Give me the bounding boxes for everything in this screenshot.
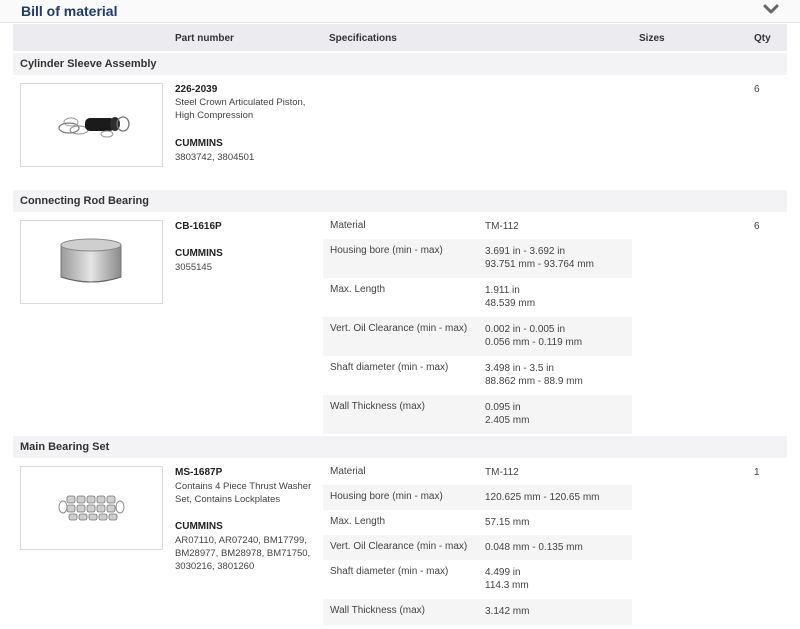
table-header: Part number Specifications Sizes Qty [13,24,787,51]
spec-row: Max. Length 1.911 in 48.539 mm [323,278,632,317]
qty-value: 6 [754,84,760,95]
part-number[interactable]: CB-1616P [175,221,222,232]
spec-value: 3.498 in - 3.5 in 88.862 mm - 88.9 mm [485,363,583,387]
spec-row: Housing bore (min - max) 120.625 mm - 12… [323,485,632,510]
cross-references: 3055145 [175,262,212,273]
spec-label: Vert. Oil Clearance (min - max) [330,323,468,334]
spec-row: Vert. Oil Clearance (min - max) 0.002 in… [323,317,632,356]
spec-label: Material [330,466,366,477]
page-title: Bill of material [21,3,118,19]
main-bearing-set-image[interactable] [20,466,163,550]
spec-label: Shaft diameter (min - max) [330,362,449,373]
spec-label: Max. Length [330,284,386,295]
spec-row: Material TM-112 [323,214,632,239]
spec-label: Housing bore (min - max) [330,245,443,256]
spec-value: 3.691 in - 3.692 in 93.751 mm - 93.764 mm [485,246,594,270]
spec-row: Shaft diameter (min - max) 3.498 in - 3.… [323,356,632,395]
spec-value: 0.048 mm - 0.135 mm [485,542,583,553]
spec-row: Vert. Oil Clearance (min - max) 0.048 mm… [323,535,632,560]
brand-name: CUMMINS [175,521,223,532]
part-description: Contains 4 Piece Thrust Washer Set, Cont… [175,481,312,505]
spec-row: Shaft diameter (min - max) 4.499 in 114.3… [323,560,632,599]
cross-references: 3803742, 3804501 [175,152,255,163]
spec-value: 57.15 mm [485,517,530,528]
cross-references: AR07110, AR07240, BM17799, BM28977, BM28… [175,535,311,572]
spec-label: Wall Thickness (max) [330,605,426,616]
part-number[interactable]: 226-2039 [175,84,217,95]
spec-value: 0.095 in 2.405 mm [485,402,530,426]
spec-label: Shaft diameter (min - max) [330,566,449,577]
spec-value: 3.142 mm [485,606,530,617]
qty-value: 6 [754,221,760,232]
spec-row: Wall Thickness (max) 3.142 mm [323,599,632,625]
spec-value: 0.002 in - 0.005 in 0.056 mm - 0.119 mm [485,324,583,348]
section-title: Main Bearing Set [20,441,110,453]
col-sizes: Sizes [639,33,665,44]
spec-label: Housing bore (min - max) [330,491,443,502]
rod-bearing-image[interactable] [20,220,163,304]
spec-label: Wall Thickness (max) [330,401,426,412]
spec-row: Wall Thickness (max) 0.095 in 2.405 mm [323,395,632,434]
spec-label: Max. Length [330,516,386,527]
section-header: Connecting Rod Bearing [13,190,787,212]
brand-name: CUMMINS [175,248,223,259]
spec-label: Material [330,220,366,231]
qty-value: 1 [754,467,760,478]
section-header: Cylinder Sleeve Assembly [13,53,787,75]
spec-label: Vert. Oil Clearance (min - max) [330,541,468,552]
cylinder-sleeve-kit-image[interactable] [20,83,163,167]
spec-value: 120.625 mm - 120.65 mm [485,492,600,503]
col-qty: Qty [754,33,771,44]
section-header: Main Bearing Set [13,436,787,458]
spec-row: Max. Length 57.15 mm [323,510,632,535]
part-number[interactable]: MS-1687P [175,467,222,478]
spec-value: 1.911 in 48.539 mm [485,285,536,309]
spec-value: 4.499 in 114.3 mm [485,567,529,591]
part-description: Steel Crown Articulated Piston, High Com… [175,97,306,121]
spec-row: Housing bore (min - max) 3.691 in - 3.69… [323,239,632,278]
bom-header[interactable]: Bill of material [0,0,800,23]
spec-value: TM-112 [485,467,519,478]
section-title: Connecting Rod Bearing [20,195,149,207]
col-part-number: Part number [175,33,234,44]
brand-name: CUMMINS [175,138,223,149]
chevron-down-icon[interactable] [762,2,780,16]
spec-row: Material TM-112 [323,460,632,485]
spec-value: TM-112 [485,221,519,232]
section-title: Cylinder Sleeve Assembly [20,58,157,70]
col-specifications: Specifications [329,33,397,44]
